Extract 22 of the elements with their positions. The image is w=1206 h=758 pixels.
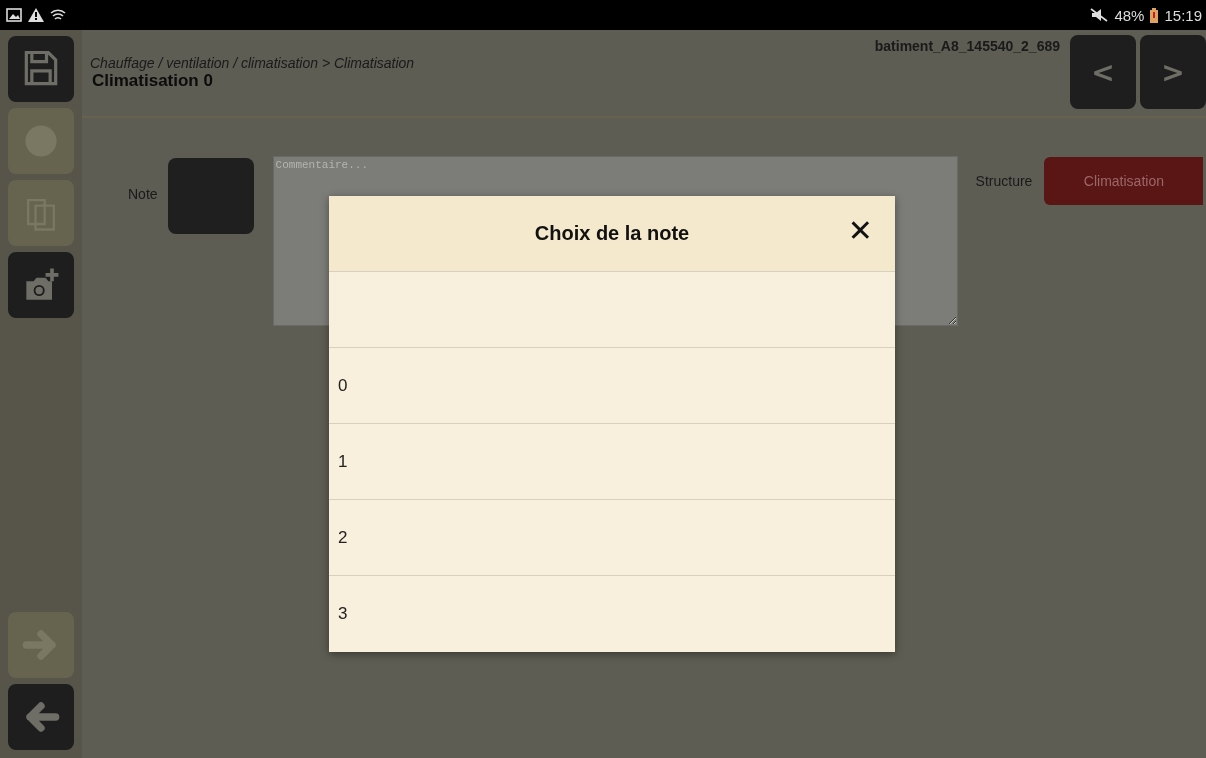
structure-label: Structure [975, 173, 1033, 191]
option-item[interactable]: 3 [329, 576, 895, 652]
page-title: Climatisation 0 [92, 71, 214, 91]
breadcrumb: Chauffage / ventilation / climatisation > Climatisation [90, 55, 416, 71]
battery-percent: 48% [1114, 6, 1145, 24]
mute-icon [1090, 8, 1109, 22]
note-label: Note [128, 186, 158, 204]
warning-icon [28, 8, 44, 22]
dialog-title: Choix de la note [534, 222, 690, 245]
clock: 15:19 [1164, 6, 1202, 24]
note-selector[interactable] [167, 158, 254, 234]
sidebar-button[interactable] [8, 252, 74, 318]
building-id: batiment_A8_145540_2_689 [874, 38, 1060, 56]
option-item[interactable]: 2 [329, 500, 895, 576]
sidebar-button[interactable] [8, 684, 74, 750]
image-icon [6, 8, 22, 22]
battery-icon [1150, 7, 1159, 23]
option-item[interactable]: 1 [329, 424, 895, 500]
option-item[interactable]: 0 [329, 348, 895, 424]
wifi-icon [50, 8, 66, 22]
close-button[interactable]: ✕ [847, 216, 873, 246]
sidebar-button[interactable] [8, 36, 74, 102]
